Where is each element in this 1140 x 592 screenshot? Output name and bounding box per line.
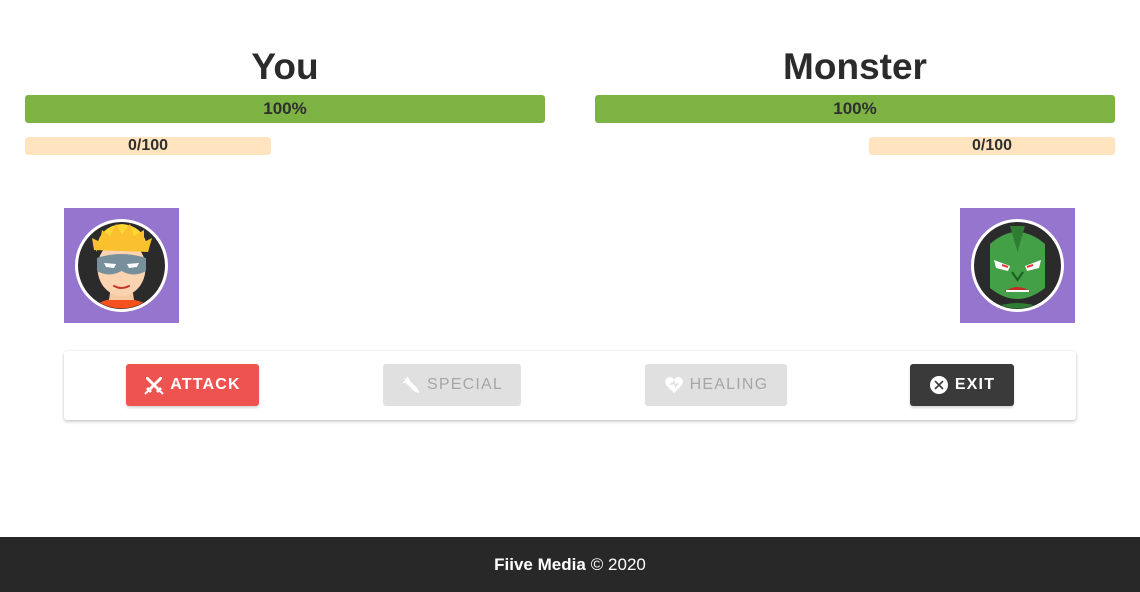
player-panel: You 100% 0/100 <box>25 44 545 155</box>
green-monster-icon <box>971 219 1064 312</box>
exit-button-label: Exit <box>954 376 996 393</box>
monster-health-label: 100% <box>833 99 877 118</box>
game-screen: You 100% 0/100 Monster 100% 0/100 ATTACK… <box>0 0 1140 592</box>
close-circle-icon <box>929 375 949 395</box>
attack-button-label: Attack <box>170 376 241 393</box>
player-special-bar: 0/100 <box>25 137 271 155</box>
monster-health-bar: 100% <box>595 95 1115 123</box>
player-name: You <box>251 46 319 87</box>
player-special-label: 0/100 <box>127 137 169 154</box>
player-health-bar: 100% <box>25 95 545 123</box>
action-controls: Attack Special Healing <box>64 351 1076 420</box>
attack-button[interactable]: Attack <box>126 364 259 406</box>
monster-avatar <box>960 208 1075 323</box>
monster-special-label: 0/100 <box>971 137 1013 154</box>
footer-brand: Fiive Media <box>494 554 586 574</box>
footer-copyright: © 2020 <box>590 554 646 574</box>
player-avatar <box>64 208 179 323</box>
monster-panel: Monster 100% 0/100 <box>595 44 1115 155</box>
healing-button[interactable]: Healing <box>645 364 787 406</box>
exit-button[interactable]: Exit <box>910 364 1014 406</box>
masked-hero-icon <box>75 219 168 312</box>
crossed-swords-icon <box>144 375 164 395</box>
heart-icon <box>664 375 684 395</box>
player-health-label: 100% <box>263 99 307 118</box>
monster-special-bar: 0/100 <box>869 137 1115 155</box>
monster-name: Monster <box>783 46 927 87</box>
special-attack-icon <box>401 375 421 395</box>
special-button[interactable]: Special <box>383 364 521 406</box>
special-button-label: Special <box>427 376 503 393</box>
healing-button-label: Healing <box>689 376 769 393</box>
footer: Fiive Media © 2020 <box>0 537 1140 592</box>
